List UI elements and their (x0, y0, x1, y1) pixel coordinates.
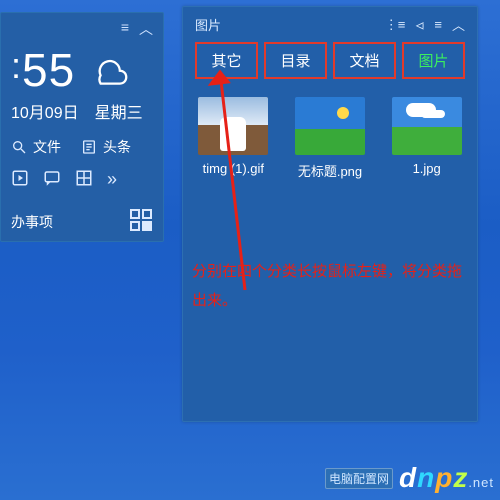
headlines-label: 头条 (103, 137, 131, 157)
watermark-sub: 电脑配置网 (325, 468, 393, 489)
tab-doc[interactable]: 文档 (333, 42, 396, 79)
chat-icon[interactable] (43, 169, 61, 187)
clock-weekday: 星期三 (95, 99, 143, 123)
images-panel: 图片 ⋮≡ ⏿ ≡ ︿ 其它 目录 文档 图片 timg (1).gif 无标题… (182, 6, 478, 422)
widget-menu-icon[interactable]: ≡ (121, 19, 129, 39)
headlines-link[interactable]: 头条 (81, 137, 131, 157)
files-label: 文件 (33, 137, 61, 157)
todo-label[interactable]: 办事项 (11, 212, 53, 232)
file-thumb (198, 97, 268, 155)
widget-collapse-icon[interactable]: ︿ (139, 19, 153, 39)
more-icon[interactable]: » (107, 169, 117, 190)
lock-icon[interactable]: ⏿ (415, 17, 424, 33)
watermark-logo: dnpz.net (399, 462, 494, 494)
desktop-clock-widget: ≡ ︿ :55 10月09日 星期三 文件 头条 » 办事项 (0, 12, 164, 242)
watermark: 电脑配置网 dnpz.net (325, 462, 494, 494)
tab-dir[interactable]: 目录 (264, 42, 327, 79)
tab-other[interactable]: 其它 (195, 42, 258, 79)
view-toggle-icon[interactable]: ⋮≡ (385, 17, 406, 33)
panel-collapse-icon[interactable]: ︿ (452, 15, 465, 34)
qr-icon[interactable] (129, 208, 153, 232)
panel-title: 图片 (195, 15, 221, 34)
file-thumb (295, 97, 365, 155)
file-name: 无标题.png (292, 161, 369, 180)
file-thumb (392, 97, 462, 155)
clock-time: :55 (11, 43, 75, 97)
panel-menu-icon[interactable]: ≡ (434, 17, 442, 32)
weather-icon[interactable] (85, 46, 129, 95)
tab-image[interactable]: 图片 (402, 42, 465, 79)
file-name: timg (1).gif (195, 161, 272, 176)
file-item[interactable]: 1.jpg (388, 97, 465, 180)
search-link[interactable]: 文件 (11, 137, 61, 157)
category-tabs: 其它 目录 文档 图片 (195, 42, 465, 79)
annotation-text: 分别在四个分类长按鼠标左键，将分类拖 出来。 (192, 258, 462, 315)
doc-icon (81, 139, 97, 155)
play-icon[interactable] (11, 169, 29, 187)
file-name: 1.jpg (388, 161, 465, 176)
file-item[interactable]: timg (1).gif (195, 97, 272, 180)
file-grid: timg (1).gif 无标题.png 1.jpg (193, 93, 467, 184)
file-item[interactable]: 无标题.png (292, 97, 369, 180)
search-icon (11, 139, 27, 155)
grid-icon[interactable] (75, 169, 93, 187)
clock-date: 10月09日 (11, 99, 79, 123)
